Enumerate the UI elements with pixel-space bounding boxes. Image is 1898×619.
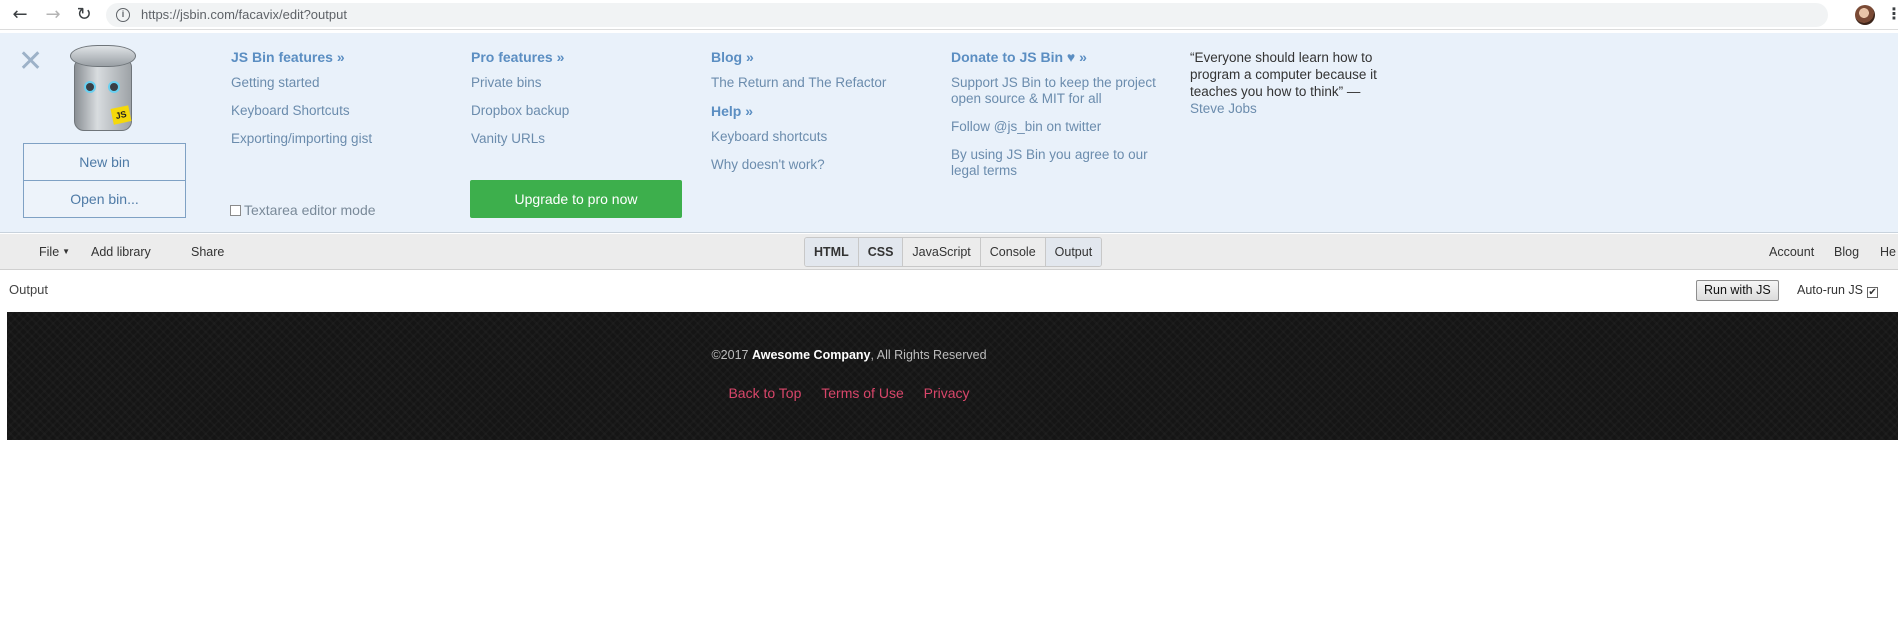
heart-icon: ♥ [1066,49,1076,65]
pro-features-column: Pro features » Private bins Dropbox back… [471,49,569,159]
new-bin-button[interactable]: New bin [23,143,186,181]
keyboard-shortcuts-link[interactable]: Keyboard Shortcuts [231,103,372,119]
tab-javascript[interactable]: JavaScript [903,238,981,266]
forward-arrow-icon[interactable]: → [42,4,64,26]
jsbin-features-link[interactable]: JS Bin features » [231,49,372,65]
browser-toolbar: ← → ↻ i https://jsbin.com/facavix/edit?o… [0,0,1898,30]
private-bins-link[interactable]: Private bins [471,75,569,91]
help-menu[interactable]: He [1880,245,1896,259]
jsbin-toolbar: File ▼ Add library Share HTML CSS JavaScr… [0,234,1898,270]
run-with-js-button[interactable]: Run with JS [1696,280,1779,301]
copyright-prefix: ©2017 [711,348,752,362]
textarea-mode-label: Textarea editor mode [244,202,376,218]
back-to-top-link[interactable]: Back to Top [728,385,801,401]
help-link[interactable]: Help » [711,103,886,119]
blog-post-link[interactable]: The Return and The Refactor [711,75,886,91]
reload-icon[interactable]: ↻ [73,4,95,26]
privacy-link[interactable]: Privacy [924,385,970,401]
file-menu[interactable]: File ▼ [39,245,70,259]
profile-avatar[interactable] [1855,5,1875,25]
tab-output[interactable]: Output [1045,238,1102,266]
why-doesnt-work-link[interactable]: Why doesn't work? [711,157,886,173]
jsbin-logo[interactable]: JS [70,45,138,135]
back-arrow-icon[interactable]: ← [9,4,31,26]
tab-html[interactable]: HTML [805,238,859,266]
footer-links: Back to Top Terms of Use Privacy [7,385,1691,401]
legal-terms-link[interactable]: By using JS Bin you agree to our legal t… [951,147,1161,179]
tab-css[interactable]: CSS [858,238,904,266]
output-footer: ©2017 Awesome Company, All Rights Reserv… [7,312,1898,440]
follow-twitter-link[interactable]: Follow @js_bin on twitter [951,119,1161,135]
vanity-urls-link[interactable]: Vanity URLs [471,131,569,147]
autorun-js-toggle[interactable]: Auto-run JS ✔ [1797,283,1879,298]
getting-started-link[interactable]: Getting started [231,75,372,91]
browser-menu-icon[interactable]: ⋮ [1886,4,1898,23]
dropbox-backup-link[interactable]: Dropbox backup [471,103,569,119]
donate-label: Donate to JS Bin [951,49,1064,65]
open-bin-button[interactable]: Open bin... [23,180,186,218]
output-panel-label: Output [9,282,49,297]
blog-help-column: Blog » The Return and The Refactor Help … [711,49,886,185]
donate-raquo: » [1079,49,1087,65]
share-menu[interactable]: Share [191,245,224,259]
quote-text: “Everyone should learn how to program a … [1190,50,1377,99]
support-jsbin-link[interactable]: Support JS Bin to keep the project open … [951,75,1161,107]
blog-link[interactable]: Blog » [711,49,886,65]
url-text[interactable]: https://jsbin.com/facavix/edit?output [141,7,347,22]
panel-toggle-group: HTML CSS JavaScript Console Output [804,237,1103,267]
company-name: Awesome Company [751,348,871,362]
add-library-menu[interactable]: Add library [91,245,151,259]
copyright-suffix: , All Rights Reserved [870,348,987,362]
address-bar[interactable]: i https://jsbin.com/facavix/edit?output … [106,3,1828,27]
chevron-down-icon: ▼ [62,247,71,256]
textarea-mode-toggle[interactable]: Textarea editor mode [230,202,376,218]
exporting-gist-link[interactable]: Exporting/importing gist [231,131,372,147]
account-menu[interactable]: Account [1769,245,1814,259]
quote-block: “Everyone should learn how to program a … [1190,49,1395,117]
terms-of-use-link[interactable]: Terms of Use [821,385,903,401]
jsbin-control-panel: ✕ JS New bin Open bin... JS Bin features… [0,33,1898,233]
donate-link[interactable]: Donate to JS Bin ♥ » [951,49,1161,65]
autorun-js-label: Auto-run JS [1797,283,1864,297]
help-keyboard-shortcuts-link[interactable]: Keyboard shortcuts [711,129,886,145]
tab-console[interactable]: Console [980,238,1046,266]
upgrade-pro-button[interactable]: Upgrade to pro now [470,180,682,218]
quote-author-link[interactable]: Steve Jobs [1190,100,1395,117]
close-icon[interactable]: ✕ [18,47,43,77]
textarea-mode-checkbox[interactable] [230,205,241,216]
blog-menu[interactable]: Blog [1834,245,1859,259]
autorun-checkbox[interactable]: ✔ [1867,287,1879,298]
jsbin-features-column: JS Bin features » Getting started Keyboa… [231,49,372,159]
pro-features-link[interactable]: Pro features » [471,49,569,65]
donate-column: Donate to JS Bin ♥ » Support JS Bin to k… [951,49,1161,191]
copyright-text: ©2017 Awesome Company, All Rights Reserv… [7,348,1691,362]
info-icon[interactable]: i [116,8,130,22]
file-menu-label: File [39,245,60,259]
